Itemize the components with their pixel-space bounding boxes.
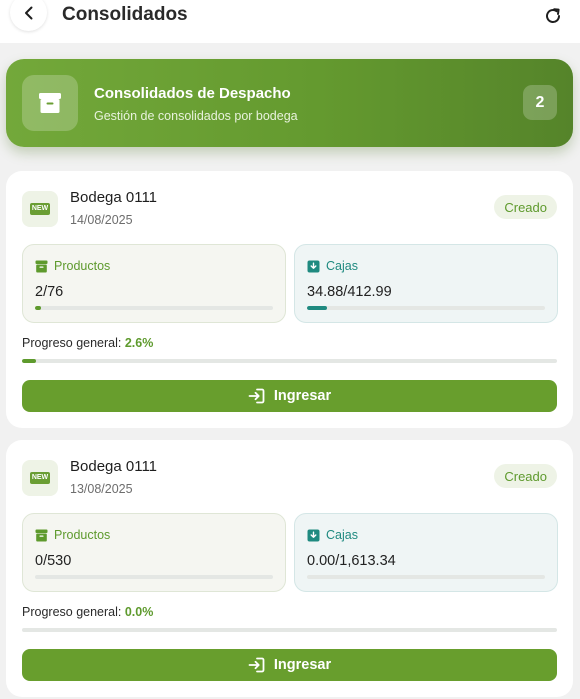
back-button[interactable] [10, 0, 47, 31]
productos-stat: Productos 0/530 [22, 513, 286, 592]
productos-progress-track [35, 306, 273, 310]
overall-progress-label: Progreso general: [22, 605, 122, 619]
cajas-stat: Cajas 34.88/412.99 [294, 244, 558, 323]
refresh-button[interactable] [542, 5, 564, 27]
top-app-bar: Consolidados [0, 0, 580, 43]
productos-label: Productos [54, 259, 111, 273]
productos-progress-fill [35, 306, 42, 310]
dispatch-summary-banner: Consolidados de Despacho Gestión de cons… [6, 59, 573, 147]
overall-progress-label: Progreso general: [22, 336, 122, 350]
hero-icon-tile [22, 75, 78, 131]
hero-subtitle: Gestión de consolidados por bodega [94, 109, 298, 123]
ingresar-label: Ingresar [273, 657, 332, 673]
new-icon-tile: NEW [22, 460, 58, 496]
cajas-label: Cajas [326, 528, 358, 542]
cajas-value: 0.00/1,613.34 [307, 553, 396, 569]
new-icon: NEW [29, 472, 51, 484]
overall-progress-fill [22, 359, 36, 363]
overall-progress-track [22, 628, 557, 632]
cajas-stat: Cajas 0.00/1,613.34 [294, 513, 558, 592]
ingresar-button[interactable]: Ingresar [22, 380, 557, 412]
refresh-icon [546, 8, 560, 23]
productos-label: Productos [54, 528, 111, 542]
archive-box-icon [35, 260, 48, 272]
overall-progress-value: 2.6% [124, 336, 154, 350]
chevron-left-icon [24, 6, 32, 19]
cajas-label: Cajas [326, 259, 358, 273]
new-icon: NEW [29, 203, 51, 215]
consolidation-count-badge: 2 [523, 85, 557, 120]
archive-box-icon [35, 529, 48, 541]
cajas-value: 34.88/412.99 [307, 284, 392, 300]
productos-progress-track [35, 575, 273, 579]
cajas-progress-track [307, 575, 545, 579]
login-icon [248, 657, 265, 673]
status-badge: Creado [494, 464, 557, 488]
cajas-progress-track [307, 306, 545, 310]
ingresar-label: Ingresar [273, 388, 332, 404]
ingresar-button[interactable]: Ingresar [22, 649, 557, 681]
productos-stat: Productos 2/76 [22, 244, 286, 323]
cajas-progress-fill [307, 306, 327, 310]
productos-value: 2/76 [35, 284, 64, 300]
consolidation-card: NEW Bodega 0111 13/08/2025 Creado Produc… [6, 440, 573, 697]
cajas-label-row: Cajas [307, 259, 358, 273]
consolidation-date: 13/08/2025 [70, 482, 133, 496]
overall-progress-track [22, 359, 557, 363]
archive-box-icon [39, 93, 61, 113]
cajas-label-row: Cajas [307, 528, 358, 542]
page-title: Consolidados [62, 4, 188, 25]
warehouse-name: Bodega 0111 [70, 458, 158, 475]
consolidation-card: NEW Bodega 0111 14/08/2025 Creado Produc… [6, 171, 573, 428]
warehouse-name: Bodega 0111 [70, 189, 158, 206]
status-badge: Creado [494, 195, 557, 219]
new-icon-tile: NEW [22, 191, 58, 227]
hero-title: Consolidados de Despacho [94, 85, 291, 102]
overall-progress-text: Progreso general: 0.0% [22, 605, 153, 619]
box-download-icon [307, 260, 320, 272]
consolidation-date: 14/08/2025 [70, 213, 133, 227]
productos-label-row: Productos [35, 259, 110, 273]
overall-progress-value: 0.0% [124, 605, 154, 619]
box-download-icon [307, 529, 320, 541]
productos-label-row: Productos [35, 528, 110, 542]
productos-value: 0/530 [35, 553, 72, 569]
login-icon [248, 388, 265, 404]
overall-progress-text: Progreso general: 2.6% [22, 336, 153, 350]
